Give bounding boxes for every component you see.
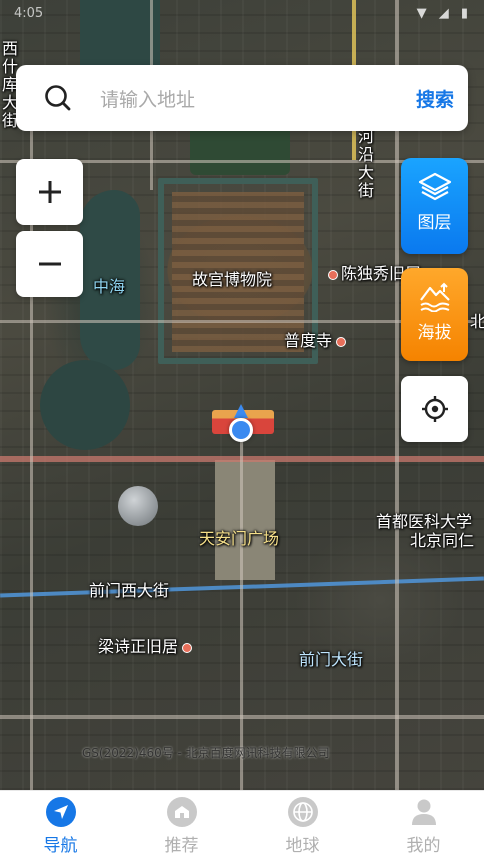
label-liangshizheng-text: 梁诗正旧居 — [98, 637, 179, 656]
label-zhonghai[interactable]: 中海 — [93, 273, 125, 297]
location-dot-icon — [229, 418, 253, 442]
search-bar[interactable]: 请输入地址 搜索 — [16, 65, 468, 131]
search-icon — [45, 85, 71, 111]
locate-button[interactable] — [401, 376, 468, 442]
plus-icon — [38, 181, 61, 203]
user-icon — [409, 797, 439, 827]
map-copyright: GS(2022)460号 - 北京百度网讯科技有限公司 — [82, 746, 330, 760]
recommend-icon — [166, 797, 197, 827]
poi-icon — [328, 269, 338, 280]
status-time: 4:05 — [14, 6, 44, 21]
national-theatre — [118, 486, 158, 526]
tab-globe[interactable]: 地球 — [242, 791, 363, 860]
label-liangshizheng[interactable]: 梁诗正旧居 — [98, 633, 195, 657]
label-right-edge[interactable]: 北京 — [470, 308, 484, 332]
label-forbidden-city[interactable]: 故宫博物院 — [192, 266, 272, 290]
search-input[interactable]: 请输入地址 — [100, 85, 195, 112]
label-tiananmen-square[interactable]: 天安门广场 — [199, 525, 279, 549]
square-area — [215, 460, 275, 580]
zoom-out-button[interactable] — [16, 231, 83, 297]
status-icons: ▼ ◢ ▮ — [416, 6, 472, 21]
globe-icon — [287, 797, 318, 827]
layers-button[interactable]: 图层 — [401, 158, 468, 254]
status-bar: 4:05 ▼ ◢ ▮ — [0, 0, 484, 28]
nanhai-lake — [40, 360, 130, 450]
label-qianmen-street[interactable]: 前门大街 — [299, 646, 363, 670]
minus-icon — [38, 262, 61, 266]
tab-navigation[interactable]: 导航 — [0, 791, 121, 860]
tab-label: 我的 — [406, 836, 441, 856]
label-pudu-temple-text: 普度寺 — [284, 331, 333, 350]
tab-label: 地球 — [285, 836, 320, 856]
label-beijing-tongren[interactable]: 北京同仁 — [410, 527, 474, 551]
label-qianmen-west-street[interactable]: 前门西大街 — [89, 577, 169, 601]
navigation-icon — [45, 797, 76, 827]
tab-recommend[interactable]: 推荐 — [121, 791, 242, 860]
tab-label: 推荐 — [164, 836, 199, 856]
bottom-tab-bar: 导航 推荐 地球 我的 — [0, 790, 484, 860]
current-location-marker — [229, 404, 253, 442]
road-vertical-center — [240, 440, 243, 790]
heading-arrow-icon — [234, 404, 248, 418]
label-pudu-temple[interactable]: 普度寺 — [284, 327, 349, 351]
tab-mine[interactable]: 我的 — [363, 791, 484, 860]
tab-label: 导航 — [43, 836, 78, 856]
label-nanheyan-street[interactable]: 河沿大街 — [352, 128, 376, 200]
search-button[interactable]: 搜索 — [416, 85, 454, 112]
layers-label: 图层 — [417, 213, 452, 233]
poi-icon — [182, 642, 193, 653]
zoom-in-button[interactable] — [16, 159, 83, 225]
altitude-icon — [419, 282, 450, 312]
altitude-button[interactable]: 海拔 — [401, 268, 468, 361]
altitude-label: 海拔 — [417, 323, 452, 343]
layers-icon — [418, 172, 451, 201]
crosshair-icon — [421, 396, 448, 422]
road-vertical-left — [30, 130, 33, 790]
poi-icon — [336, 336, 347, 347]
